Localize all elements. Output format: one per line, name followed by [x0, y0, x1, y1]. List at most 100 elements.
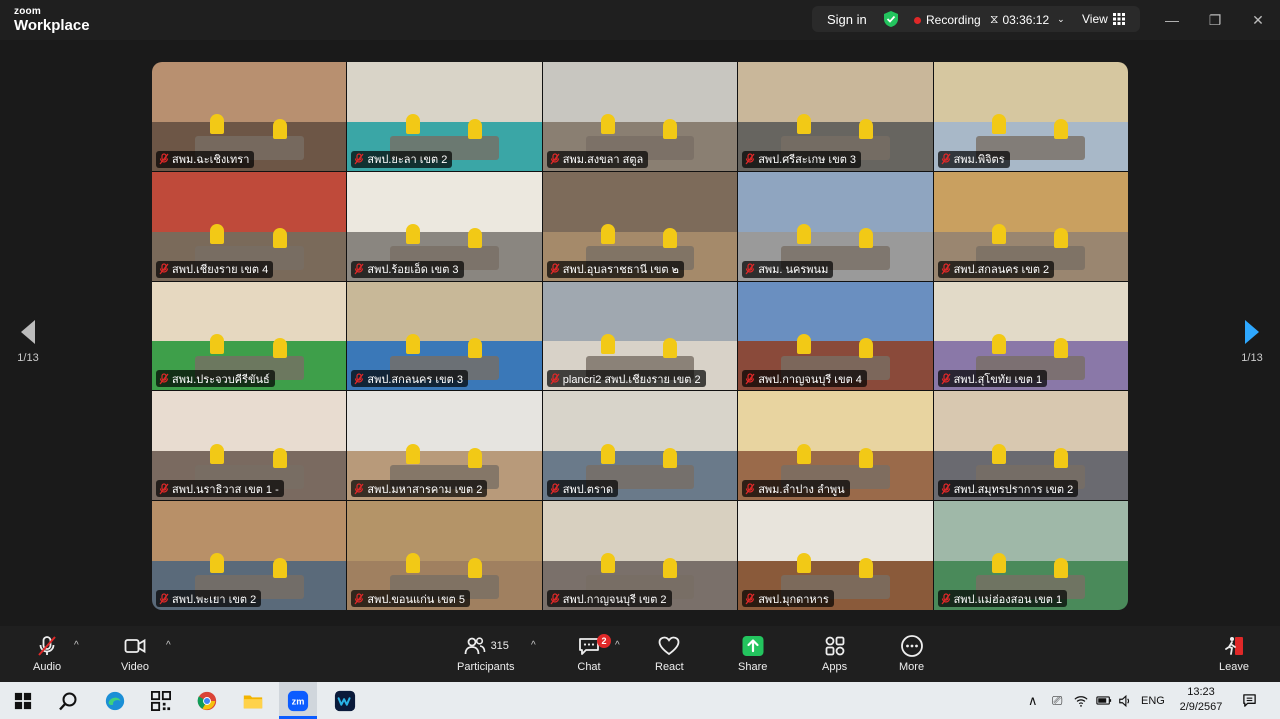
video-backdrop: [542, 281, 738, 342]
participant-video-tile[interactable]: สพป.นราธิวาส เขต 1 -: [152, 391, 347, 501]
file-explorer-icon[interactable]: [239, 687, 267, 715]
participant-video-tile[interactable]: สพป.แม่ฮ่องสอน เขต 1: [933, 501, 1128, 610]
apps-button[interactable]: Apps: [822, 634, 847, 673]
tray-overflow-icon[interactable]: ∧: [1028, 682, 1038, 719]
recording-indicator[interactable]: Recording: [914, 13, 981, 27]
edge-browser-icon[interactable]: [101, 687, 129, 715]
view-label: View: [1082, 12, 1108, 26]
participant-name-tag: สพป.แม่ฮ่องสอน เขต 1: [937, 590, 1068, 607]
close-window-button[interactable]: ✕: [1246, 8, 1270, 32]
input-language-indicator[interactable]: ENG: [1141, 682, 1165, 719]
video-backdrop: [933, 171, 1128, 232]
participant-video-tile[interactable]: สพม.สงขลา สตูล: [542, 62, 738, 171]
sign-in-button[interactable]: Sign in: [827, 12, 867, 27]
participant-figure: [663, 447, 678, 468]
participant-video-tile[interactable]: สพป.สมุทรปราการ เขต 2: [933, 391, 1128, 501]
meeting-timer[interactable]: ⧖ 03:36:12 ⌄: [990, 12, 1065, 27]
mic-muted-icon: [941, 153, 951, 165]
participants-icon: [464, 637, 485, 655]
mic-muted-icon: [354, 373, 364, 385]
chrome-browser-icon[interactable]: [193, 687, 221, 715]
participant-video-tile[interactable]: สพป.อุบลราชธานี เขต ๒: [542, 171, 738, 281]
participant-name-tag: สพป.พะเยา เขต 2: [156, 590, 262, 607]
view-button[interactable]: View: [1082, 12, 1125, 26]
windows-start-icon[interactable]: [9, 687, 37, 715]
video-options-caret[interactable]: ^: [166, 640, 171, 651]
participant-name-tag: สพป.มหาสารคาม เขต 2: [351, 480, 488, 498]
react-button[interactable]: React: [655, 634, 684, 673]
leave-button[interactable]: Leave: [1219, 634, 1249, 673]
next-page-button[interactable]: 1/13: [1232, 320, 1272, 364]
participant-video-tile[interactable]: สพป.เชียงราย เขต 4: [152, 171, 347, 281]
share-button[interactable]: Share: [738, 634, 767, 673]
participant-figure: [1054, 118, 1069, 139]
participant-figure: [991, 443, 1006, 464]
video-backdrop: [152, 171, 347, 232]
video-backdrop: [738, 501, 933, 562]
search-icon[interactable]: [54, 687, 82, 715]
chevron-down-icon: ⌄: [1057, 14, 1065, 24]
participant-name-tag: สพป.กาญจนบุรี เขต 4: [742, 370, 867, 388]
participant-figure: [601, 224, 616, 245]
participant-video-tile[interactable]: สพป.สุโขทัย เขต 1: [933, 281, 1128, 391]
previous-page-button[interactable]: 1/13: [8, 320, 48, 364]
webex-app-icon[interactable]: [331, 687, 359, 715]
participant-video-tile[interactable]: สพม.ฉะเชิงเทรา: [152, 62, 347, 171]
participant-figure: [796, 553, 811, 574]
zoom-app-icon[interactable]: zm: [284, 687, 312, 715]
participant-name-tag: สพม.ฉะเชิงเทรา: [156, 150, 255, 168]
participant-video-tile[interactable]: สพป.กาญจนบุรี เขต 2: [542, 501, 738, 610]
maximize-window-button[interactable]: ❐: [1203, 8, 1227, 32]
page-indicator-right: 1/13: [1241, 352, 1263, 364]
minimize-window-button[interactable]: —: [1160, 8, 1184, 32]
video-backdrop: [347, 62, 542, 122]
participant-video-tile[interactable]: สพป.พะเยา เขต 2: [152, 501, 347, 610]
participant-video-tile[interactable]: สพป.ร้อยเอ็ด เขต 3: [347, 171, 542, 281]
participant-video-tile[interactable]: สพป.ยะลา เขต 2: [347, 62, 542, 171]
participant-figure: [991, 224, 1006, 245]
mic-muted-icon: [159, 153, 169, 165]
svg-text:zm: zm: [292, 697, 305, 707]
recording-label: Recording: [926, 13, 981, 27]
logo-line1: zoom: [14, 6, 41, 17]
participant-video-tile[interactable]: สพป.ศรีสะเกษ เขต 3: [738, 62, 933, 171]
participant-video-tile[interactable]: สพม.พิจิตร: [933, 62, 1128, 171]
mic-muted-icon: [941, 483, 951, 495]
mic-muted-icon: [941, 263, 951, 275]
clock-time: 13:23: [1187, 686, 1215, 698]
participant-video-tile[interactable]: สพป.สกลนคร เขต 2: [933, 171, 1128, 281]
participant-name-tag: สพป.สุโขทัย เขต 1: [937, 370, 1048, 388]
participant-video-tile[interactable]: สพป.มหาสารคาม เขต 2: [347, 391, 542, 501]
participant-video-tile[interactable]: สพป.ตราด: [542, 391, 738, 501]
audio-options-caret[interactable]: ^: [74, 640, 79, 651]
participant-name-tag: สพป.ศรีสะเกษ เขต 3: [742, 150, 862, 168]
video-backdrop: [542, 391, 738, 452]
participant-video-tile[interactable]: plancri2 สพป.เชียงราย เขต 2: [542, 281, 738, 391]
participant-video-tile[interactable]: สพป.ขอนแก่น เขต 5: [347, 501, 542, 610]
participant-name: สพป.เชียงราย เขต 4: [172, 264, 269, 277]
participant-video-tile[interactable]: สพป.มุกดาหาร: [738, 501, 933, 610]
participants-options-caret[interactable]: ^: [531, 640, 536, 651]
notification-center-icon[interactable]: [1242, 682, 1257, 719]
volume-icon[interactable]: [1118, 682, 1132, 719]
participant-video-tile[interactable]: สพป.สกลนคร เขต 3: [347, 281, 542, 391]
video-button[interactable]: Video: [121, 634, 149, 673]
meet-now-icon[interactable]: ⎚: [1052, 682, 1062, 719]
audio-button[interactable]: Audio: [33, 634, 61, 673]
participant-figure: [272, 447, 287, 468]
wifi-icon[interactable]: [1074, 682, 1088, 719]
battery-icon[interactable]: [1096, 682, 1112, 719]
participants-button[interactable]: 315 Participants: [457, 634, 514, 673]
system-clock[interactable]: 13:23 2/9/2567: [1176, 685, 1226, 715]
encryption-shield-icon[interactable]: [882, 10, 900, 28]
more-button[interactable]: More: [899, 634, 924, 673]
participant-figure: [467, 557, 482, 578]
participant-video-tile[interactable]: สพป.กาญจนบุรี เขต 4: [738, 281, 933, 391]
qr-app-icon[interactable]: [147, 687, 175, 715]
participant-name-tag: สพป.ร้อยเอ็ด เขต 3: [351, 260, 464, 278]
participant-figure: [663, 228, 678, 249]
chat-options-caret[interactable]: ^: [615, 640, 620, 651]
participant-video-tile[interactable]: สพม.ลำปาง ลำพูน: [738, 391, 933, 501]
participant-video-tile[interactable]: สพม. นครพนม: [738, 171, 933, 281]
participant-video-tile[interactable]: สพม.ประจวบคีรีขันธ์: [152, 281, 347, 391]
